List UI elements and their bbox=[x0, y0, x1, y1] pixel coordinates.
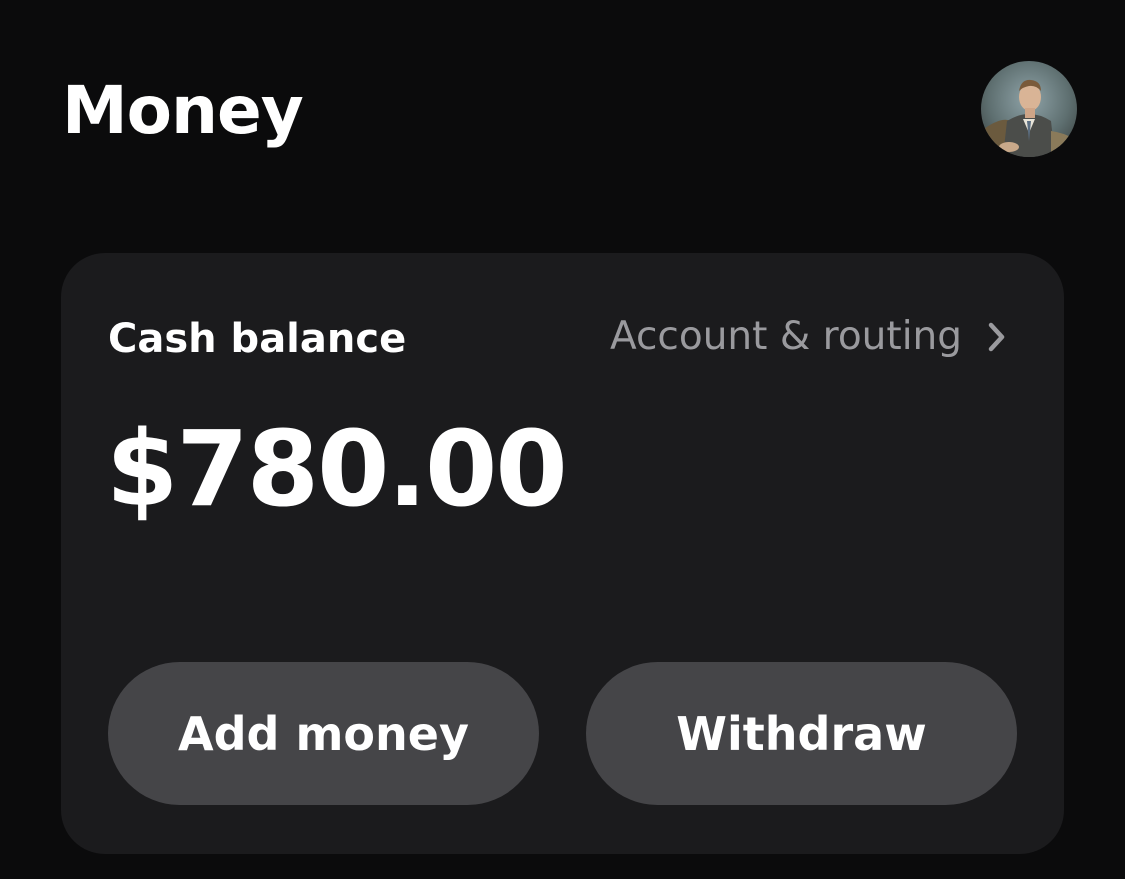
chevron-right-icon bbox=[988, 322, 1005, 351]
page-title: Money bbox=[62, 72, 304, 149]
cash-balance-amount: $780.00 bbox=[106, 408, 568, 530]
cash-balance-card[interactable]: Cash balance Account & routing $780.00 A… bbox=[61, 253, 1064, 854]
withdraw-button[interactable]: Withdraw bbox=[586, 662, 1017, 805]
account-routing-link[interactable]: Account & routing bbox=[610, 317, 1008, 356]
account-routing-label: Account & routing bbox=[609, 314, 962, 359]
add-money-button[interactable]: Add money bbox=[108, 662, 539, 805]
cash-balance-label: Cash balance bbox=[108, 316, 407, 362]
avatar-photo-icon bbox=[981, 61, 1077, 157]
avatar[interactable] bbox=[981, 61, 1077, 157]
